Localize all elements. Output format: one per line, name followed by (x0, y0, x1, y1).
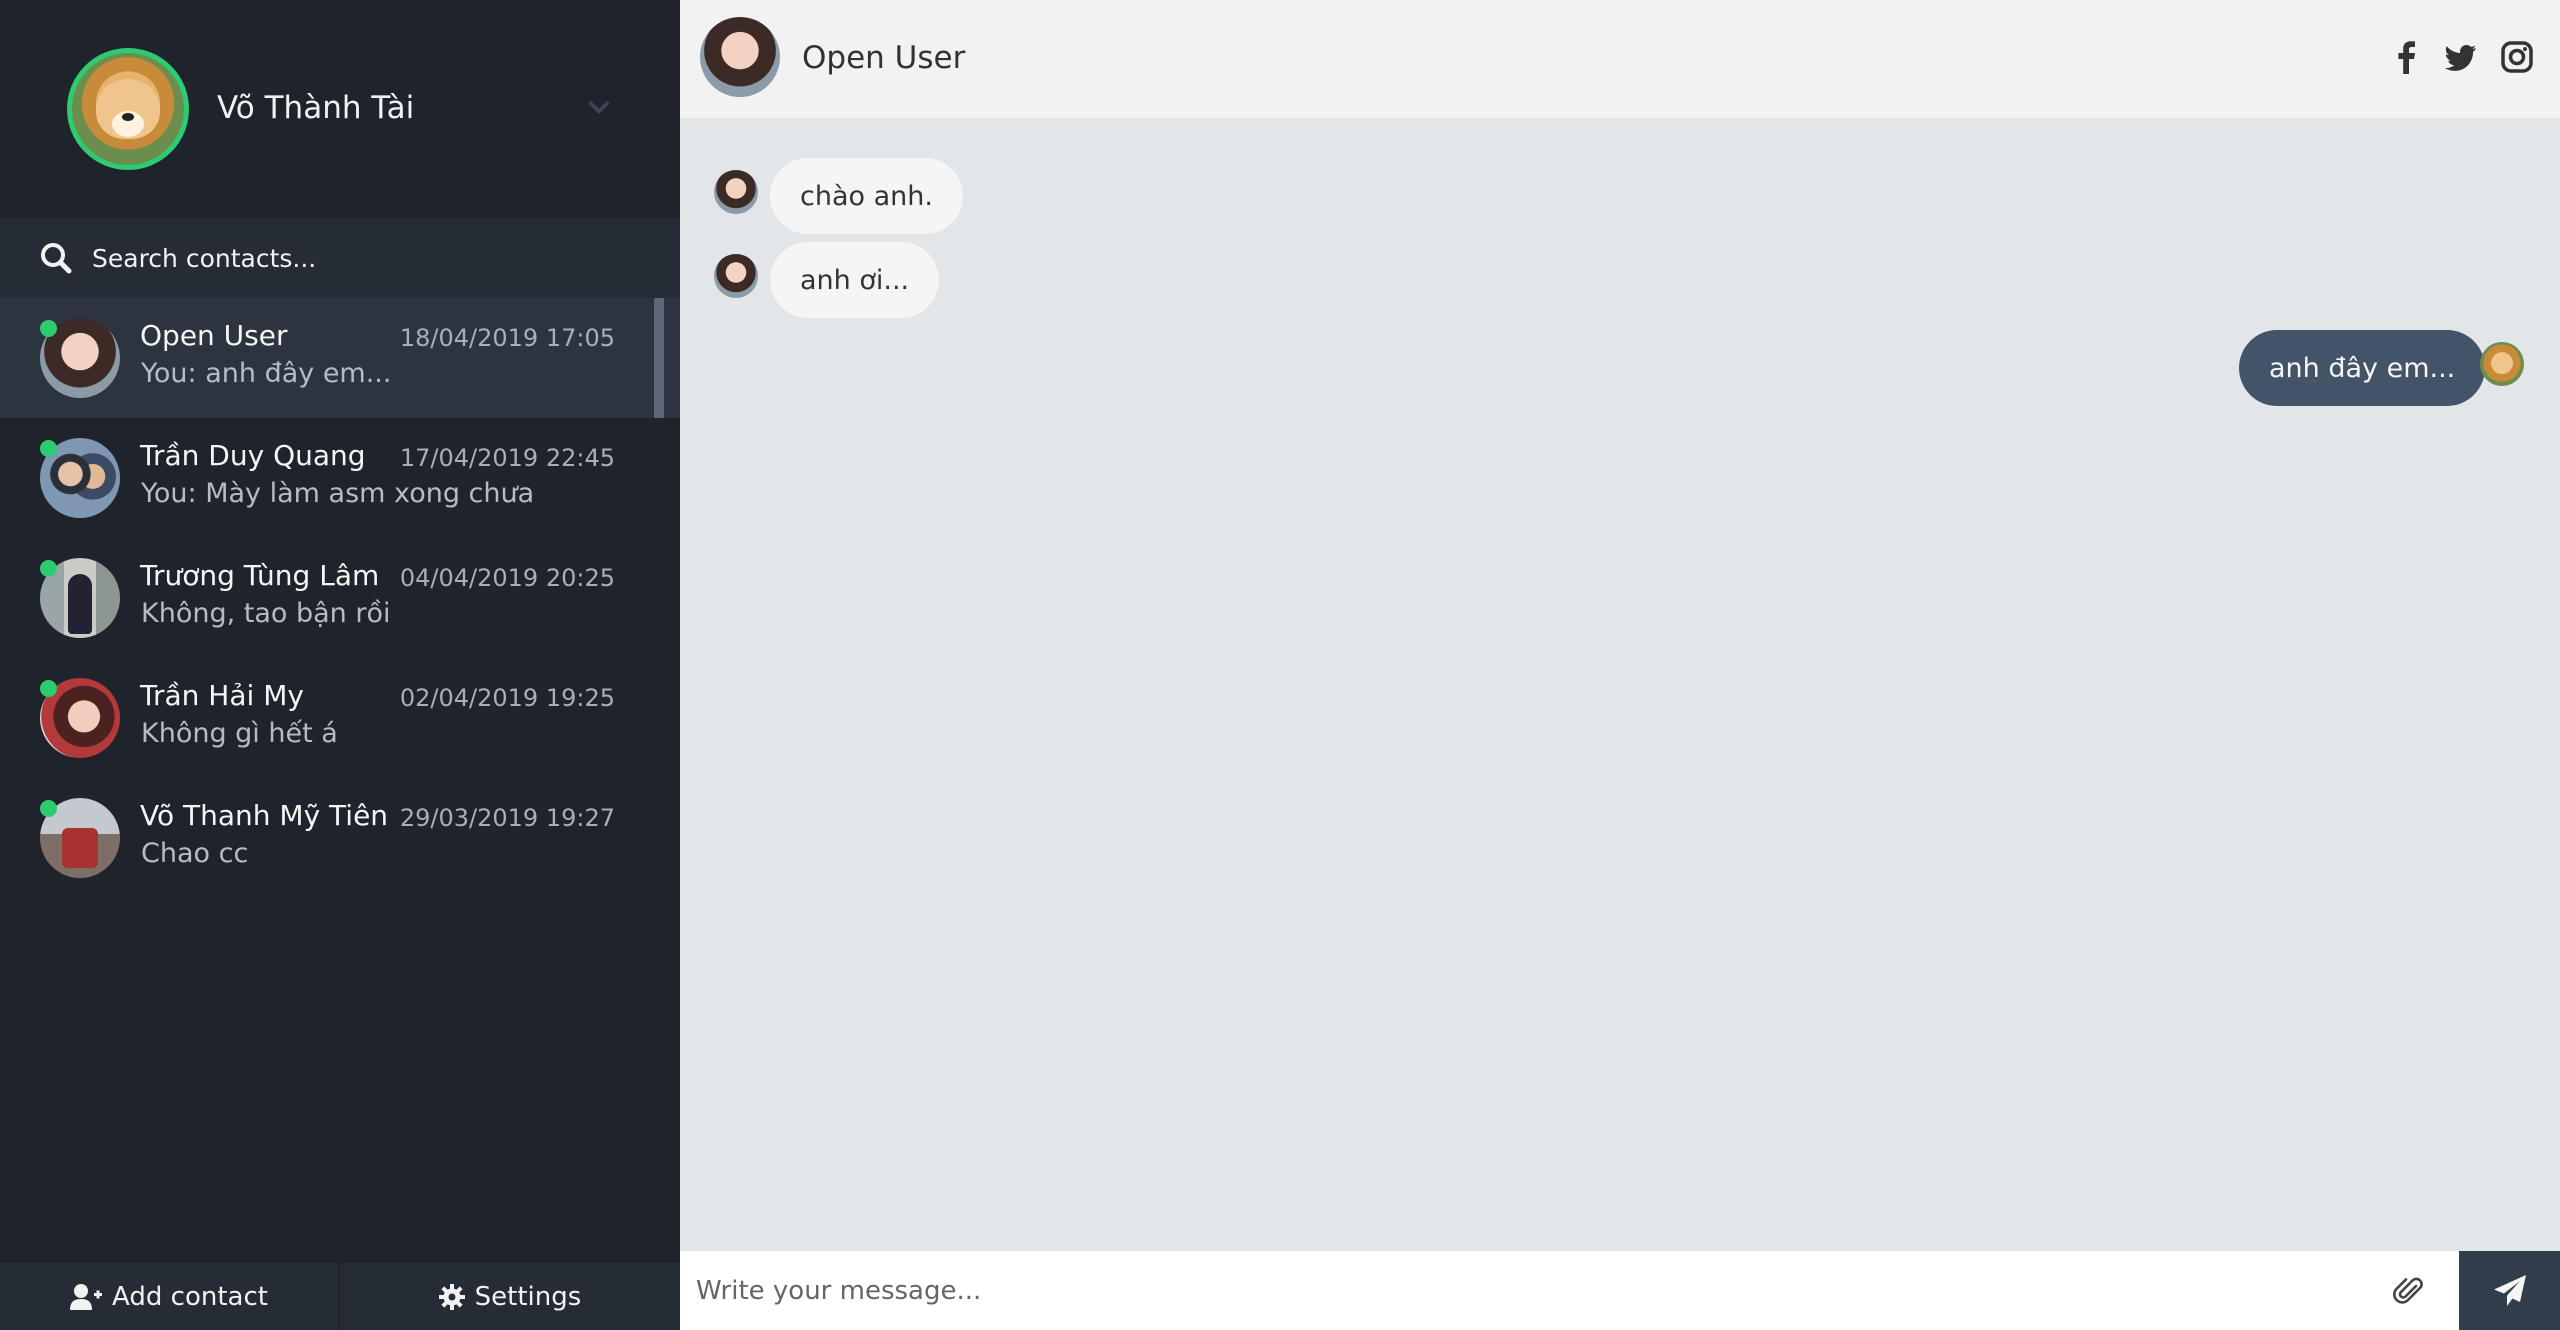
contact-timestamp: 17/04/2019 22:45 (399, 444, 615, 472)
online-indicator (40, 800, 57, 817)
paper-plane-icon (2493, 1274, 2526, 1306)
sidebar: Võ Thành Tài Open User 18/04/2019 17:05 … (0, 0, 680, 1330)
my-avatar (2480, 342, 2524, 386)
contact-preview: Không, tao bận rồi (141, 598, 391, 629)
online-indicator (40, 320, 57, 337)
twitter-icon[interactable] (2444, 40, 2478, 74)
contact-name: Trần Duy Quang (140, 439, 366, 472)
footer-divider (338, 1263, 340, 1330)
online-indicator (40, 680, 57, 697)
chevron-down-icon[interactable] (588, 96, 610, 118)
contact-list: Open User 18/04/2019 17:05 You: anh đây … (0, 298, 680, 1263)
message-input[interactable] (696, 1265, 2336, 1317)
message-bubble-outgoing: anh đây em... (2239, 330, 2486, 406)
search-bar (0, 218, 680, 298)
search-icon (41, 243, 72, 274)
settings-label: Settings (474, 1281, 582, 1312)
contact-item-tran-duy-quang[interactable]: Trần Duy Quang 17/04/2019 22:45 You: Mày… (0, 418, 680, 538)
contact-preview: You: Mày làm asm xong chưa (141, 478, 535, 509)
profile-header: Võ Thành Tài (0, 0, 680, 218)
user-plus-icon (70, 1283, 103, 1310)
add-contact-label: Add contact (112, 1281, 268, 1312)
sender-avatar (714, 254, 758, 298)
online-indicator (40, 560, 57, 577)
contact-name: Open User (140, 319, 288, 352)
contact-timestamp: 18/04/2019 17:05 (399, 324, 615, 352)
contact-preview: Chao cc (141, 838, 249, 869)
add-contact-button[interactable]: Add contact (0, 1263, 338, 1330)
profile-name: Võ Thành Tài (217, 90, 415, 126)
sender-avatar (714, 170, 758, 214)
avatar-nose (122, 113, 134, 121)
facebook-icon[interactable] (2390, 40, 2424, 74)
send-button[interactable] (2459, 1251, 2560, 1330)
settings-button[interactable]: Settings (340, 1263, 680, 1330)
chat-header: Open User (680, 0, 2560, 118)
sidebar-footer: Add contact Settings (0, 1263, 680, 1330)
online-indicator (40, 440, 57, 457)
contact-preview: You: anh đây em... (141, 358, 392, 389)
search-input[interactable] (92, 236, 652, 280)
instagram-icon[interactable] (2500, 40, 2534, 74)
contact-timestamp: 02/04/2019 19:25 (399, 684, 615, 712)
contact-item-truong-tung-lam[interactable]: Trương Tùng Lâm 04/04/2019 20:25 Không, … (0, 538, 680, 658)
contact-item-vo-thanh-my-tien[interactable]: Võ Thanh Mỹ Tiên 29/03/2019 19:27 Chao c… (0, 778, 680, 898)
paperclip-icon[interactable] (2392, 1274, 2426, 1308)
contact-timestamp: 04/04/2019 20:25 (399, 564, 615, 592)
contact-timestamp: 29/03/2019 19:27 (399, 804, 615, 832)
message-bubble-incoming: chào anh. (770, 158, 963, 234)
chat-avatar[interactable] (700, 17, 780, 97)
message-bubble-incoming: anh ơi... (770, 242, 940, 318)
contact-item-tran-hai-my[interactable]: Trần Hải My 02/04/2019 19:25 Không gì hế… (0, 658, 680, 778)
contact-list-scrollbar[interactable] (654, 298, 664, 418)
message-area: chào anh. anh ơi... anh đây em... (680, 118, 2560, 1251)
chat-title: Open User (802, 40, 966, 76)
gear-icon (438, 1283, 465, 1310)
contact-name: Võ Thanh Mỹ Tiên (140, 799, 389, 832)
message-composer (680, 1251, 2560, 1330)
contact-item-open-user[interactable]: Open User 18/04/2019 17:05 You: anh đây … (0, 298, 680, 418)
profile-avatar[interactable] (67, 48, 189, 170)
contact-preview: Không gì hết á (141, 718, 338, 749)
contact-name: Trần Hải My (140, 679, 304, 712)
contact-name: Trương Tùng Lâm (140, 559, 380, 592)
